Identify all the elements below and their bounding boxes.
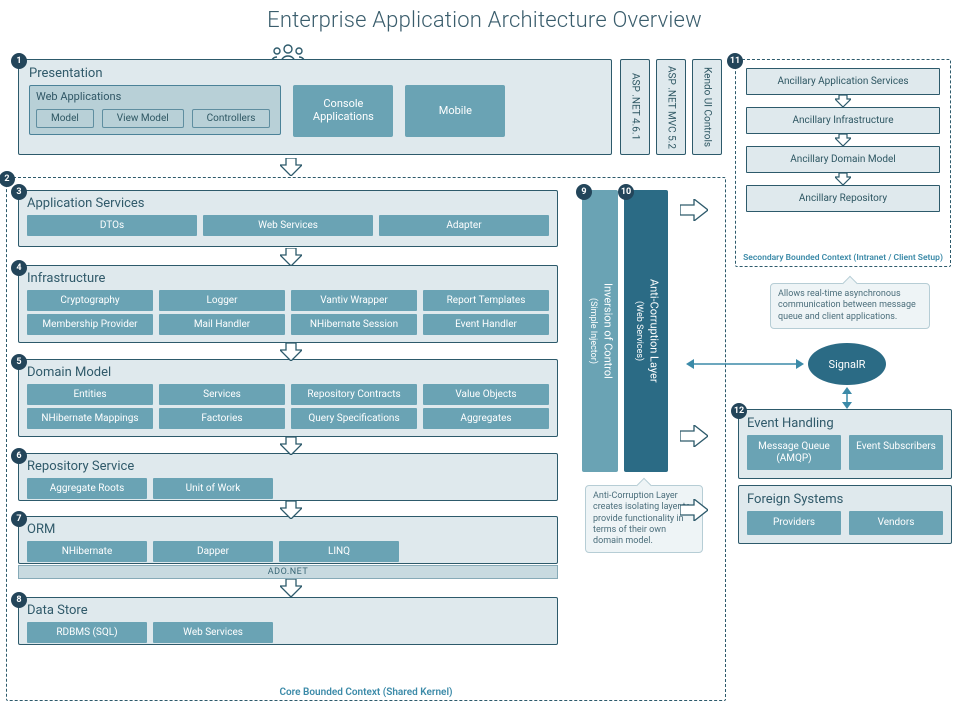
signalr-node: SignalR — [808, 343, 886, 385]
badge-5: 5 — [11, 354, 27, 370]
mobile-box: Mobile — [405, 85, 505, 137]
flow-arrow-icon — [280, 437, 302, 455]
chip-eventhandler: Event Handler — [423, 314, 549, 335]
acl-column: Anti-Corruption Layer(Web Services) — [624, 190, 668, 472]
right-arrow-icon — [680, 425, 708, 447]
diagram-canvas: 1 2 3 4 5 6 7 8 9 10 11 12 Presentation … — [0, 47, 969, 707]
double-arrow-h-icon — [686, 359, 804, 369]
orm-title: ORM — [27, 522, 549, 537]
infra-title: Infrastructure — [27, 271, 549, 286]
secondary-bounded-context: Ancillary Application Services Ancillary… — [735, 59, 951, 267]
core-ctx-label: Core Bounded Context (Shared Kernel) — [7, 687, 725, 698]
flow-arrow-icon — [280, 248, 302, 266]
badge-7: 7 — [11, 511, 27, 527]
data-store-layer: Data Store RDBMS (SQL) Web Services — [18, 597, 558, 645]
orm-layer: ORM NHibernate Dapper LINQ — [18, 516, 558, 564]
chip-providers: Providers — [747, 511, 841, 535]
presentation-layer: Presentation Web Applications Model View… — [18, 59, 612, 155]
chip-subscribers: Event Subscribers — [849, 435, 943, 470]
double-arrow-v-icon — [842, 387, 852, 409]
chip-crypto: Cryptography — [27, 290, 153, 311]
page-title: Enterprise Application Architecture Over… — [0, 0, 969, 47]
ancillary-infrastructure: Ancillary Infrastructure — [746, 107, 940, 134]
webapps-title: Web Applications — [36, 90, 274, 103]
chip-aggroots: Aggregate Roots — [27, 478, 147, 499]
repo-title: Repository Service — [27, 459, 549, 474]
flow-arrow-icon — [280, 579, 302, 597]
signalr-tooltip: Allows real-time asynchronous communicat… — [770, 283, 930, 329]
app-svc-title: Application Services — [27, 196, 549, 211]
chip-amqp: Message Queue (AMQP) — [747, 435, 841, 470]
event-handling-title: Event Handling — [747, 416, 943, 431]
foreign-systems-panel: Foreign Systems Providers Vendors — [738, 485, 952, 544]
badge-11: 11 — [727, 53, 743, 69]
chip-repocontracts: Repository Contracts — [291, 384, 417, 405]
right-arrow-icon — [680, 199, 708, 221]
chip-ws: Web Services — [153, 622, 273, 643]
chip-nhsession: NHibernate Session — [291, 314, 417, 335]
badge-3: 3 — [11, 184, 27, 200]
chip-logger: Logger — [159, 290, 285, 311]
chip-dtos: DTOs — [27, 215, 197, 236]
chip-valueobj: Value Objects — [423, 384, 549, 405]
chip-linq: LINQ — [279, 541, 399, 562]
console-apps-box: Console Applications — [293, 85, 393, 137]
pill-controllers: Controllers — [192, 109, 271, 128]
badge-4: 4 — [11, 260, 27, 276]
badge-9: 9 — [576, 184, 592, 200]
tech-kendo: Kendo UI Controls — [692, 59, 722, 155]
chip-queryspec: Query Specifications — [291, 408, 417, 429]
chip-factories: Factories — [159, 408, 285, 429]
ioc-column: Inversion of Control(Simple Injector) — [582, 190, 618, 472]
pill-model: Model — [36, 109, 94, 128]
chip-nhibernate: NHibernate — [27, 541, 147, 562]
badge-8: 8 — [11, 592, 27, 608]
chip-webservices: Web Services — [203, 215, 373, 236]
chip-services: Services — [159, 384, 285, 405]
chip-mail: Mail Handler — [159, 314, 285, 335]
badge-12: 12 — [731, 403, 747, 419]
chip-rdbms: RDBMS (SQL) — [27, 622, 147, 643]
secondary-ctx-label: Secondary Bounded Context (Intranet / Cl… — [736, 253, 950, 263]
pill-viewmodel: View Model — [102, 109, 184, 128]
chip-entities: Entities — [27, 384, 153, 405]
badge-10: 10 — [618, 184, 634, 200]
chip-nhmappings: NHibernate Mappings — [27, 408, 153, 429]
ancillary-repository: Ancillary Repository — [746, 185, 940, 212]
adonet-bar: ADO.NET — [18, 565, 558, 579]
chip-adapter: Adapter — [379, 215, 549, 236]
web-applications-box: Web Applications Model View Model Contro… — [29, 85, 281, 135]
right-arrow-icon — [680, 499, 708, 521]
flow-arrow-icon — [280, 158, 302, 176]
chip-membership: Membership Provider — [27, 314, 153, 335]
badge-6: 6 — [11, 448, 27, 464]
infrastructure-layer: Infrastructure Cryptography Logger Vanti… — [18, 265, 558, 343]
repository-service-layer: Repository Service Aggregate Roots Unit … — [18, 453, 558, 501]
presentation-title: Presentation — [29, 66, 601, 81]
flow-arrow-icon — [280, 501, 302, 519]
chip-uow: Unit of Work — [153, 478, 273, 499]
down-arrow-icon — [746, 95, 940, 107]
badge-1: 1 — [11, 53, 27, 69]
chip-aggregates: Aggregates — [423, 408, 549, 429]
flow-arrow-icon — [280, 343, 302, 361]
application-services-layer: Application Services DTOs Web Services A… — [18, 190, 558, 247]
chip-vantiv: Vantiv Wrapper — [291, 290, 417, 311]
chip-report: Report Templates — [423, 290, 549, 311]
tech-aspnet: ASP .NET 4.6.1 — [620, 59, 650, 155]
chip-dapper: Dapper — [153, 541, 273, 562]
down-arrow-icon — [746, 173, 940, 185]
domain-model-layer: Domain Model Entities Services Repositor… — [18, 359, 558, 437]
event-handling-panel: Event Handling Message Queue (AMQP) Even… — [738, 409, 952, 479]
ancillary-domain-model: Ancillary Domain Model — [746, 146, 940, 173]
tech-mvc: ASP .NET MVC 5.2 — [656, 59, 686, 155]
ancillary-app-services: Ancillary Application Services — [746, 68, 940, 95]
datastore-title: Data Store — [27, 603, 549, 618]
down-arrow-icon — [746, 134, 940, 146]
chip-vendors: Vendors — [849, 511, 943, 535]
domain-title: Domain Model — [27, 365, 549, 380]
foreign-title: Foreign Systems — [747, 492, 943, 507]
